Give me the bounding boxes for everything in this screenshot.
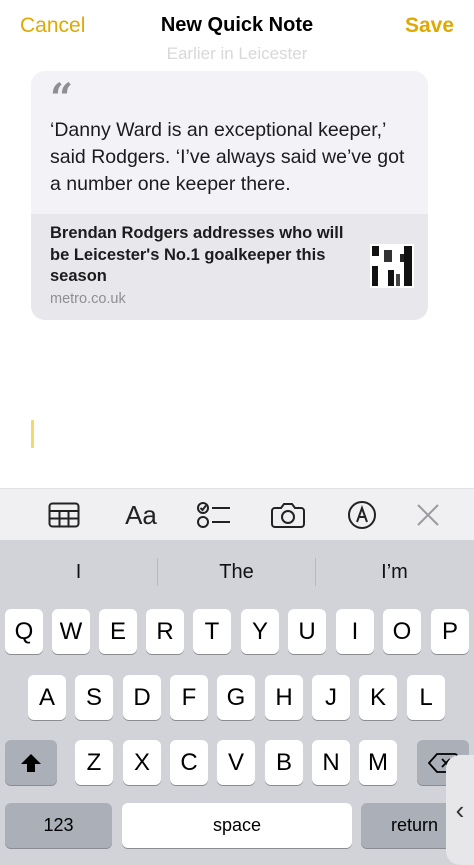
key-w[interactable]: W [52, 609, 90, 654]
quote-mark-icon: “ [50, 75, 74, 122]
camera-icon[interactable] [271, 500, 305, 530]
key-g[interactable]: G [217, 675, 255, 720]
keyboard: I The I’m Q W E R T Y U I O P A S D F G … [0, 540, 474, 865]
key-v[interactable]: V [217, 740, 255, 785]
key-n[interactable]: N [312, 740, 350, 785]
key-u[interactable]: U [288, 609, 326, 654]
key-a[interactable]: A [28, 675, 66, 720]
markup-pen-icon[interactable] [345, 500, 379, 530]
link-thumbnail [370, 244, 414, 288]
key-h[interactable]: H [265, 675, 303, 720]
key-t[interactable]: T [193, 609, 231, 654]
key-k[interactable]: K [359, 675, 397, 720]
key-f[interactable]: F [170, 675, 208, 720]
key-o[interactable]: O [383, 609, 421, 654]
save-button[interactable]: Save [405, 14, 454, 38]
key-p[interactable]: P [431, 609, 469, 654]
key-x[interactable]: X [123, 740, 161, 785]
chevron-left-icon: ‹ [455, 794, 465, 825]
close-icon[interactable] [411, 500, 445, 530]
key-l[interactable]: L [407, 675, 445, 720]
shift-key[interactable] [5, 740, 57, 785]
link-preview[interactable]: Brendan Rodgers addresses who will be Le… [31, 214, 428, 320]
key-q[interactable]: Q [5, 609, 43, 654]
numbers-key[interactable]: 123 [5, 803, 112, 848]
space-key[interactable]: space [122, 803, 352, 848]
shift-arrow-icon [21, 753, 41, 772]
text-cursor [31, 420, 34, 448]
key-r[interactable]: R [146, 609, 184, 654]
link-source: metro.co.uk [50, 291, 126, 307]
checklist-icon[interactable] [197, 500, 231, 530]
suggestion-1[interactable]: I [0, 554, 157, 590]
page-title: New Quick Note [160, 14, 314, 36]
key-e[interactable]: E [99, 609, 137, 654]
key-d[interactable]: D [123, 675, 161, 720]
text-format-icon[interactable]: Aa [122, 500, 160, 530]
scrolled-ghost-text: Earlier in Leicester [166, 44, 308, 63]
key-s[interactable]: S [75, 675, 113, 720]
key-j[interactable]: J [312, 675, 350, 720]
key-z[interactable]: Z [75, 740, 113, 785]
key-y[interactable]: Y [241, 609, 279, 654]
key-m[interactable]: M [359, 740, 397, 785]
side-handle[interactable]: ‹ [446, 755, 474, 865]
suggestion-2[interactable]: The [158, 554, 315, 590]
key-b[interactable]: B [265, 740, 303, 785]
table-icon[interactable] [47, 500, 81, 530]
key-c[interactable]: C [170, 740, 208, 785]
quote-card[interactable]: “ ‘Danny Ward is an exceptional keeper,’… [31, 71, 428, 320]
link-title: Brendan Rodgers addresses who will be Le… [50, 224, 344, 285]
key-i[interactable]: I [336, 609, 374, 654]
format-toolbar: Aa [0, 488, 474, 541]
suggestion-3[interactable]: I’m [316, 554, 473, 590]
quote-text: ‘Danny Ward is an exceptional keeper,’ s… [50, 119, 405, 195]
